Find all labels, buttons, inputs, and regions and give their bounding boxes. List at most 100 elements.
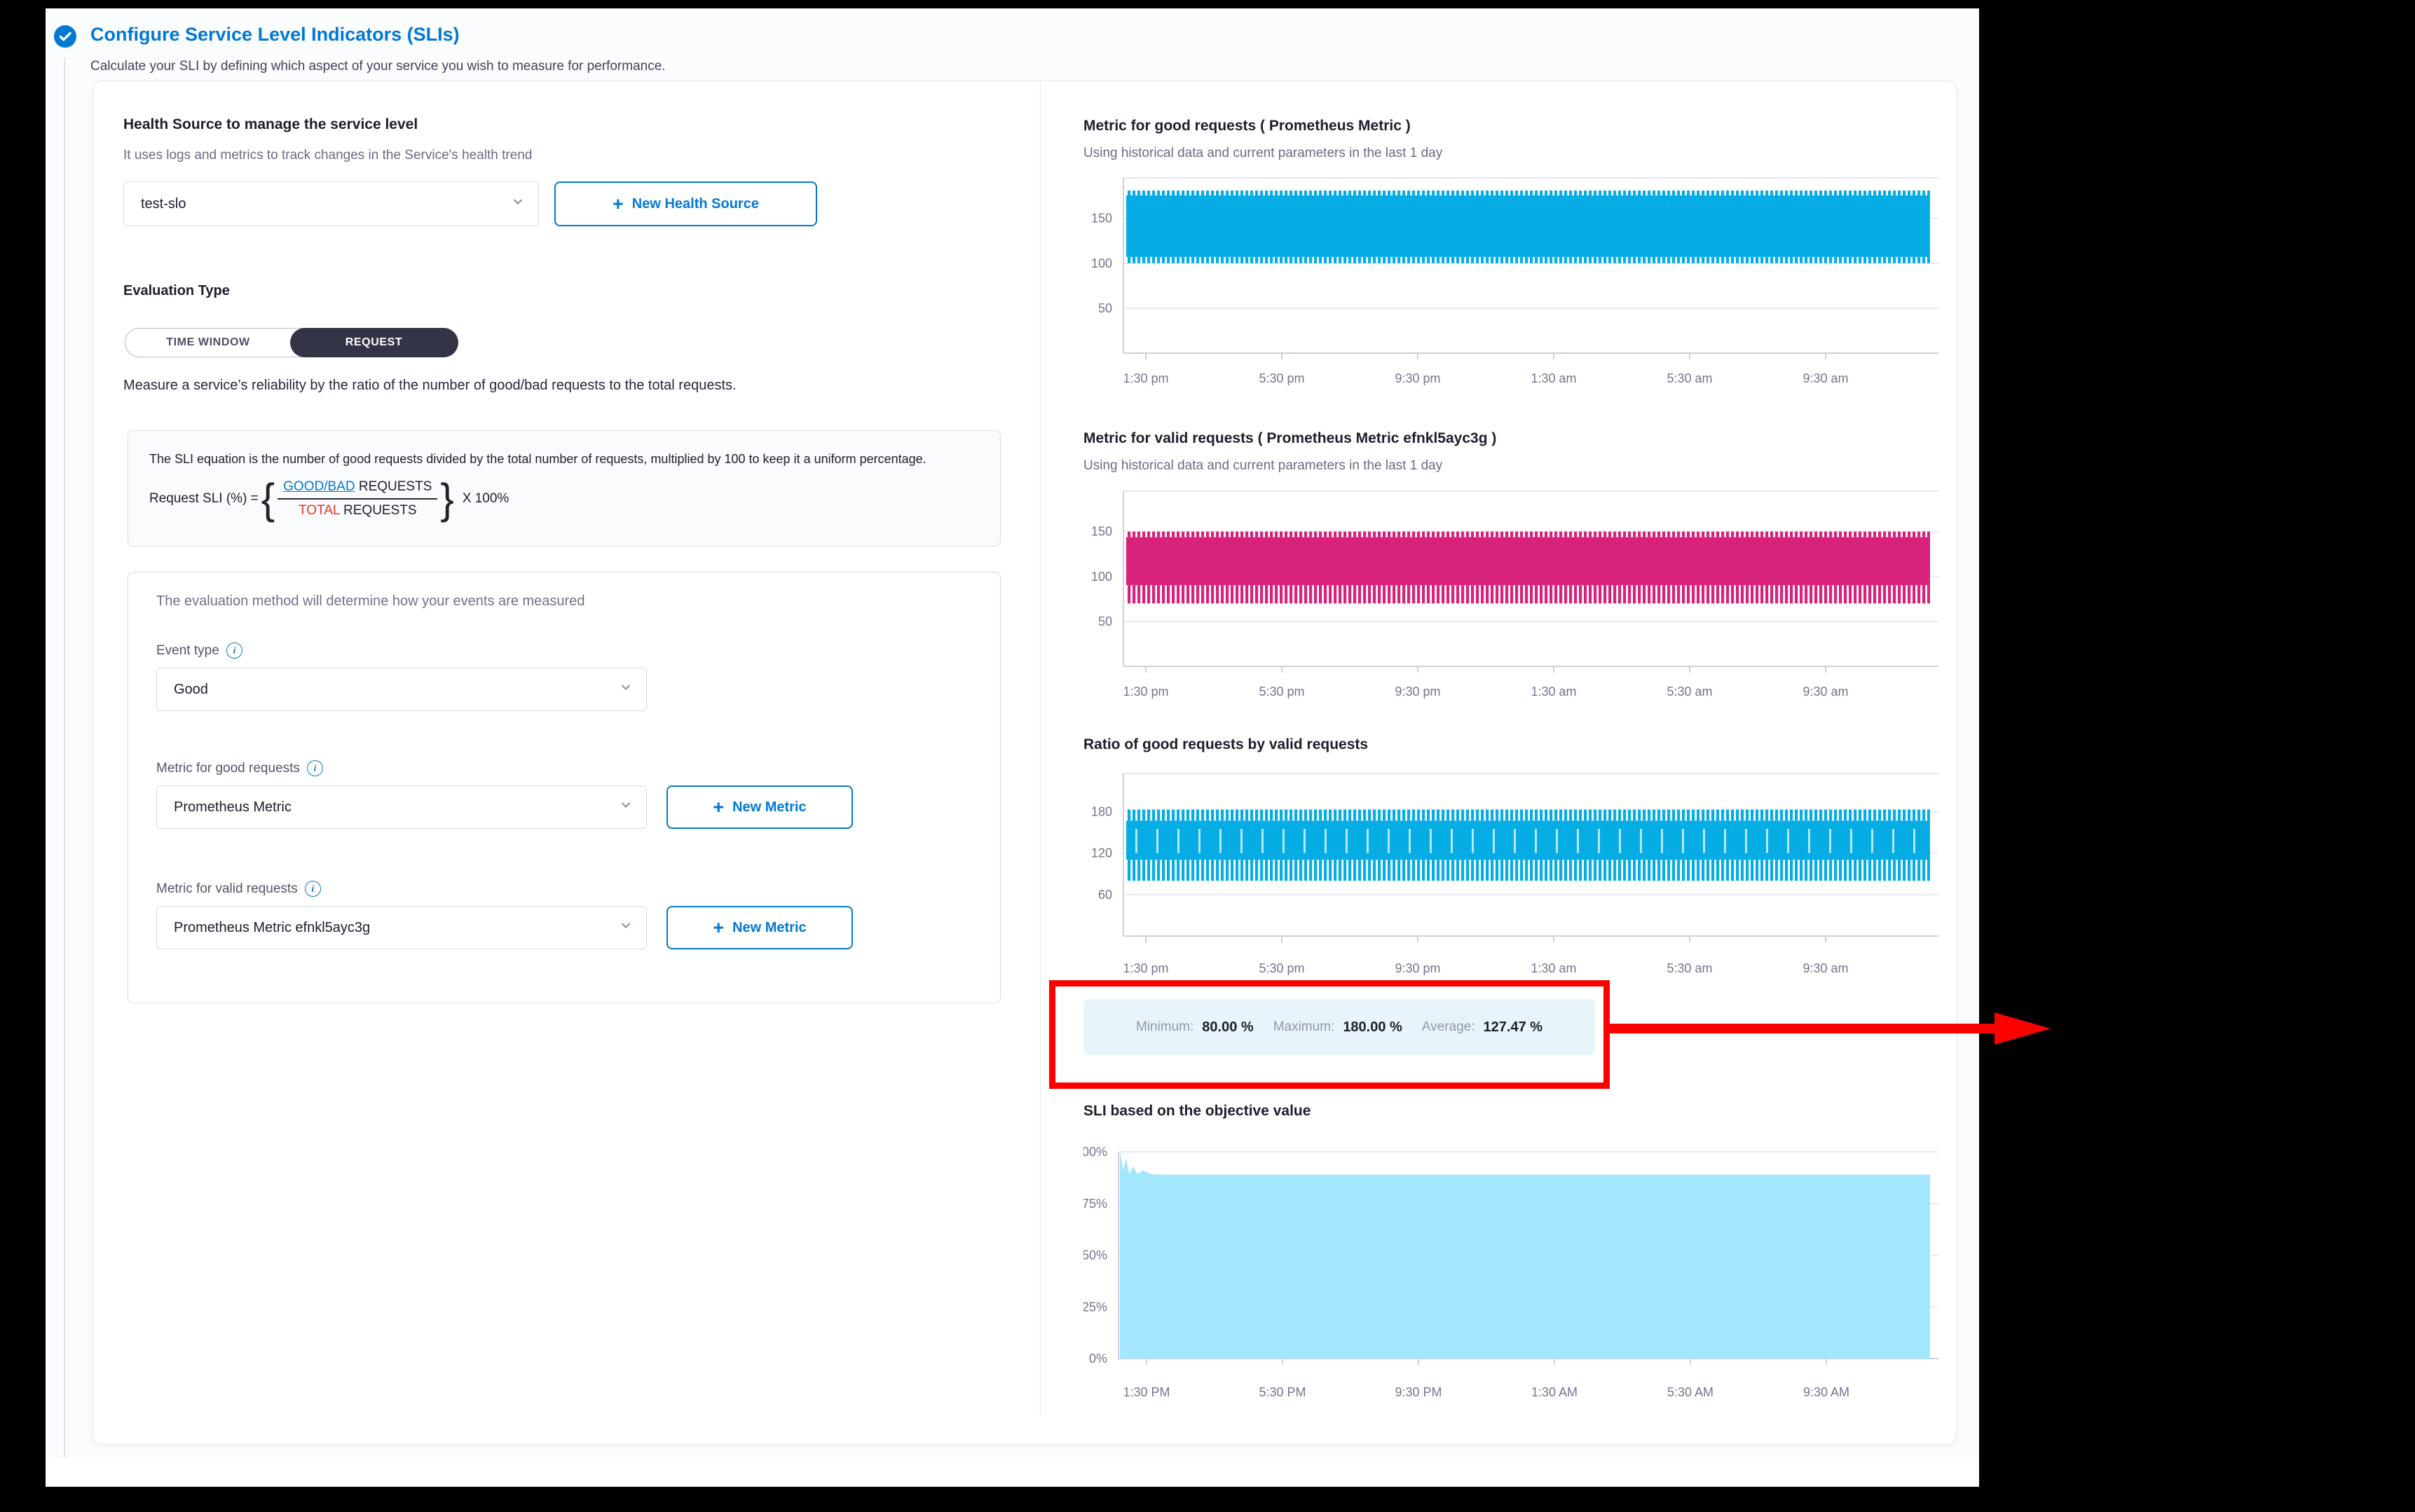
- svg-text:9:30 pm: 9:30 pm: [1395, 685, 1440, 699]
- plus-icon: +: [613, 195, 624, 214]
- page-subtitle: Calculate your SLI by defining which asp…: [90, 59, 666, 74]
- valid-metric-selected-value: Prometheus Metric efnkl5ayc3g: [174, 920, 370, 936]
- close-brace: }: [440, 474, 453, 523]
- svg-text:5:30 pm: 5:30 pm: [1259, 371, 1304, 385]
- svg-text:5:30 am: 5:30 am: [1667, 685, 1712, 699]
- page-title: Configure Service Level Indicators (SLIs…: [90, 24, 460, 46]
- good-metric-row: Prometheus Metric + New Metric: [156, 785, 853, 829]
- good-requests-chart-subtitle: Using historical data and current parame…: [1083, 146, 1442, 161]
- good-requests-chart-title: Metric for good requests ( Prometheus Me…: [1083, 118, 1411, 135]
- svg-text:9:30 pm: 9:30 pm: [1395, 961, 1440, 975]
- svg-text:100: 100: [1091, 570, 1112, 584]
- event-type-select[interactable]: Good: [156, 668, 647, 711]
- evaluation-method-note: The evaluation method will determine how…: [156, 593, 584, 610]
- svg-text:9:30 am: 9:30 am: [1802, 961, 1848, 975]
- svg-text:5:30 AM: 5:30 AM: [1667, 1385, 1713, 1399]
- svg-text:1:30 pm: 1:30 pm: [1123, 371, 1168, 385]
- valid-metric-select[interactable]: Prometheus Metric efnkl5ayc3g: [156, 906, 647, 949]
- evaluation-type-toggle: TIME WINDOW REQUEST: [125, 328, 458, 357]
- valid-metric-label: Metric for valid requests i: [156, 881, 321, 897]
- plus-icon: +: [713, 919, 724, 937]
- event-type-selected-value: Good: [174, 682, 208, 698]
- valid-requests-chart: 50 100 150 1:30 pm 5:30 pm 9:30 pm 1:30 am 5:30…: [1083, 484, 1956, 705]
- app-page: Configure Service Level Indicators (SLIs…: [46, 8, 1979, 1487]
- screenshot-canvas: { "colors":{ "accent":"#0278d5", "good_c…: [0, 0, 2415, 1512]
- sli-objective-chart: 0%25%50%75%100%1:30 PM5:30 PM9:30 PM1:30…: [1083, 1146, 1956, 1406]
- fraction-denominator: TOTAL REQUESTS: [299, 500, 417, 518]
- svg-text:150: 150: [1091, 525, 1112, 539]
- svg-text:0%: 0%: [1089, 1352, 1107, 1366]
- svg-text:5:30 pm: 5:30 pm: [1259, 685, 1304, 699]
- new-health-source-button[interactable]: + New Health Source: [554, 181, 817, 226]
- svg-text:5:30 PM: 5:30 PM: [1259, 1385, 1306, 1399]
- svg-text:50: 50: [1098, 301, 1112, 315]
- info-icon[interactable]: i: [305, 881, 321, 897]
- column-divider: [1040, 81, 1041, 1416]
- sli-equation-box: The SLI equation is the number of good r…: [128, 430, 1001, 547]
- ratio-chart: 601201801:30 pm5:30 pm9:30 pm1:30 am5:30…: [1083, 768, 1956, 982]
- svg-text:1:30 am: 1:30 am: [1531, 685, 1576, 699]
- svg-text:1:30 am: 1:30 am: [1531, 371, 1576, 385]
- fraction-numerator: GOOD/BAD REQUESTS: [278, 479, 437, 500]
- step-complete-check-icon: [54, 25, 76, 48]
- formula-rhs: X 100%: [463, 491, 509, 507]
- svg-text:5:30 am: 5:30 am: [1667, 961, 1712, 975]
- svg-text:120: 120: [1091, 846, 1112, 860]
- svg-text:50: 50: [1098, 614, 1112, 628]
- chevron-down-icon: [510, 194, 526, 214]
- open-brace: {: [261, 474, 275, 523]
- svg-text:9:30 AM: 9:30 AM: [1803, 1385, 1849, 1399]
- sli-config-card: Health Source to manage the service leve…: [93, 81, 1957, 1445]
- good-metric-label: Metric for good requests i: [156, 760, 323, 776]
- svg-text:1:30 AM: 1:30 AM: [1531, 1385, 1578, 1399]
- sli-objective-chart-title: SLI based on the objective value: [1083, 1103, 1311, 1120]
- chevron-down-icon: [618, 680, 634, 699]
- svg-text:5:30 am: 5:30 am: [1667, 371, 1712, 385]
- svg-text:9:30 pm: 9:30 pm: [1395, 371, 1440, 385]
- annotation-arrow: [1609, 1024, 1999, 1033]
- ratio-chart-title: Ratio of good requests by valid requests: [1083, 736, 1368, 753]
- toggle-option-request[interactable]: REQUEST: [290, 328, 458, 357]
- svg-text:25%: 25%: [1083, 1300, 1107, 1314]
- good-metric-select[interactable]: Prometheus Metric: [156, 785, 647, 829]
- svg-text:1:30 pm: 1:30 pm: [1123, 685, 1168, 699]
- annotation-highlight-box: [1049, 980, 1610, 1089]
- page-bottom-strip: [46, 1458, 1979, 1487]
- svg-text:60: 60: [1098, 888, 1112, 902]
- svg-text:9:30 am: 9:30 am: [1802, 371, 1848, 385]
- formula-lhs: Request SLI (%) =: [149, 491, 259, 507]
- valid-requests-chart-subtitle: Using historical data and current parame…: [1083, 458, 1442, 474]
- plus-icon: +: [713, 798, 724, 817]
- valid-requests-chart-title: Metric for valid requests ( Prometheus M…: [1083, 430, 1496, 447]
- health-source-select[interactable]: test-slo: [123, 181, 539, 226]
- svg-text:9:30 am: 9:30 am: [1802, 685, 1848, 699]
- svg-text:150: 150: [1091, 212, 1112, 226]
- svg-text:100: 100: [1091, 256, 1112, 270]
- good-requests-chart: 50 100 150 1:30 pm 5:30 pm 9:30 pm 1:30 am 5:30…: [1083, 171, 1956, 392]
- svg-text:1:30 pm: 1:30 pm: [1123, 961, 1168, 975]
- chevron-down-icon: [618, 918, 634, 937]
- event-type-label: Event type i: [156, 642, 242, 659]
- new-metric-button[interactable]: + New Metric: [666, 785, 853, 829]
- new-metric-button[interactable]: + New Metric: [666, 906, 853, 949]
- info-icon[interactable]: i: [226, 642, 242, 659]
- health-source-label: Health Source to manage the service leve…: [123, 116, 418, 133]
- formula-fraction: GOOD/BAD REQUESTS TOTAL REQUESTS: [278, 479, 437, 518]
- health-source-selected-value: test-slo: [141, 196, 186, 212]
- svg-text:180: 180: [1091, 804, 1112, 818]
- evaluation-type-label: Evaluation Type: [123, 283, 230, 299]
- svg-text:75%: 75%: [1083, 1197, 1107, 1211]
- sli-equation-formula: Request SLI (%) = { GOOD/BAD REQUESTS TO…: [149, 476, 979, 523]
- toggle-option-time-window[interactable]: TIME WINDOW: [125, 329, 291, 357]
- charts-column: Metric for good requests ( Prometheus Me…: [1083, 81, 1959, 1444]
- health-source-description: It uses logs and metrics to track change…: [123, 148, 532, 163]
- evaluation-type-description: Measure a service’s reliability by the r…: [123, 376, 985, 396]
- svg-text:1:30 am: 1:30 am: [1531, 961, 1576, 975]
- svg-text:50%: 50%: [1083, 1249, 1107, 1263]
- wizard-step-connector: [64, 57, 65, 1457]
- chevron-down-icon: [618, 797, 634, 817]
- sli-equation-text: The SLI equation is the number of good r…: [149, 449, 955, 470]
- info-icon[interactable]: i: [307, 760, 323, 776]
- svg-text:9:30 PM: 9:30 PM: [1395, 1385, 1442, 1399]
- valid-metric-row: Prometheus Metric efnkl5ayc3g + New Metr…: [156, 906, 853, 949]
